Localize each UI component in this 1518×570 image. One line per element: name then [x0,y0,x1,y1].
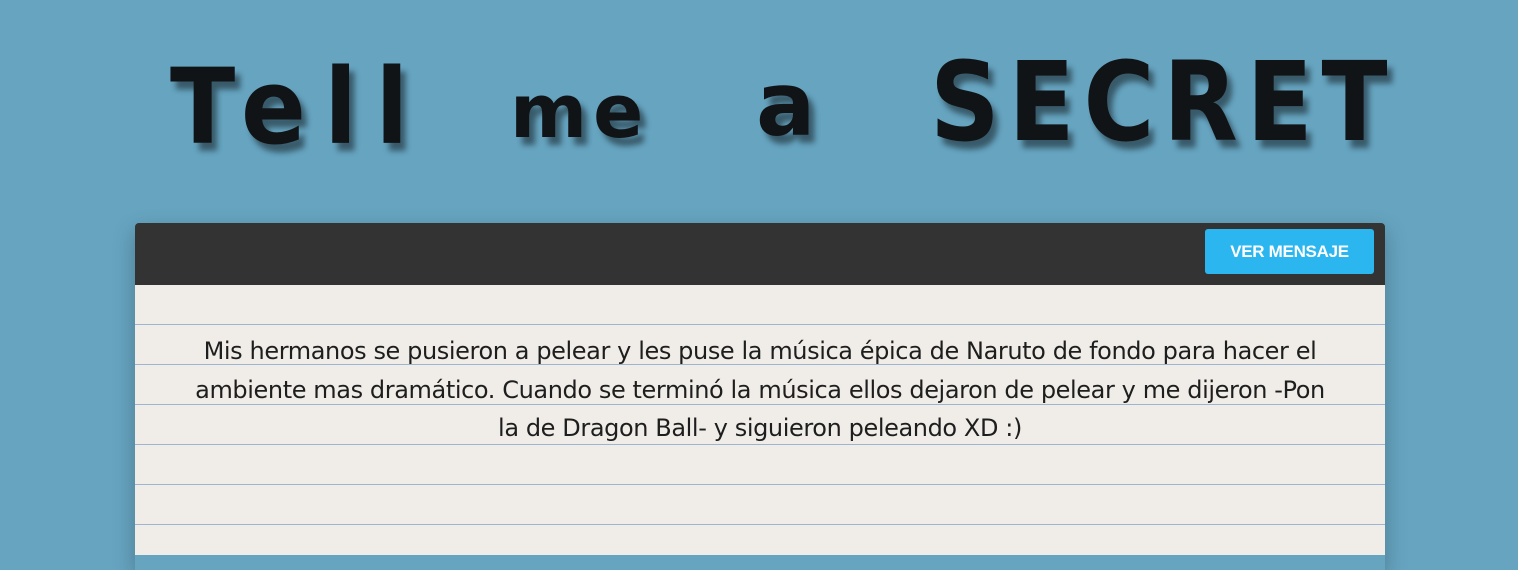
title-word-tell: Tell [170,46,427,168]
card-header: VER MENSAJE [135,223,1385,285]
secret-message: Mis hermanos se pusieron a pelear y les … [195,337,1325,442]
view-message-button[interactable]: VER MENSAJE [1205,229,1374,274]
title-word-a: a [756,53,816,156]
secret-card: VER MENSAJE Mis hermanos se pusieron a p… [135,223,1385,570]
page-title: Tell me a SECRET [170,47,1388,159]
lined-paper: Mis hermanos se pusieron a pelear y les … [135,285,1385,555]
title-word-secret: SECRET [930,38,1397,166]
title-word-me: me [510,69,650,155]
